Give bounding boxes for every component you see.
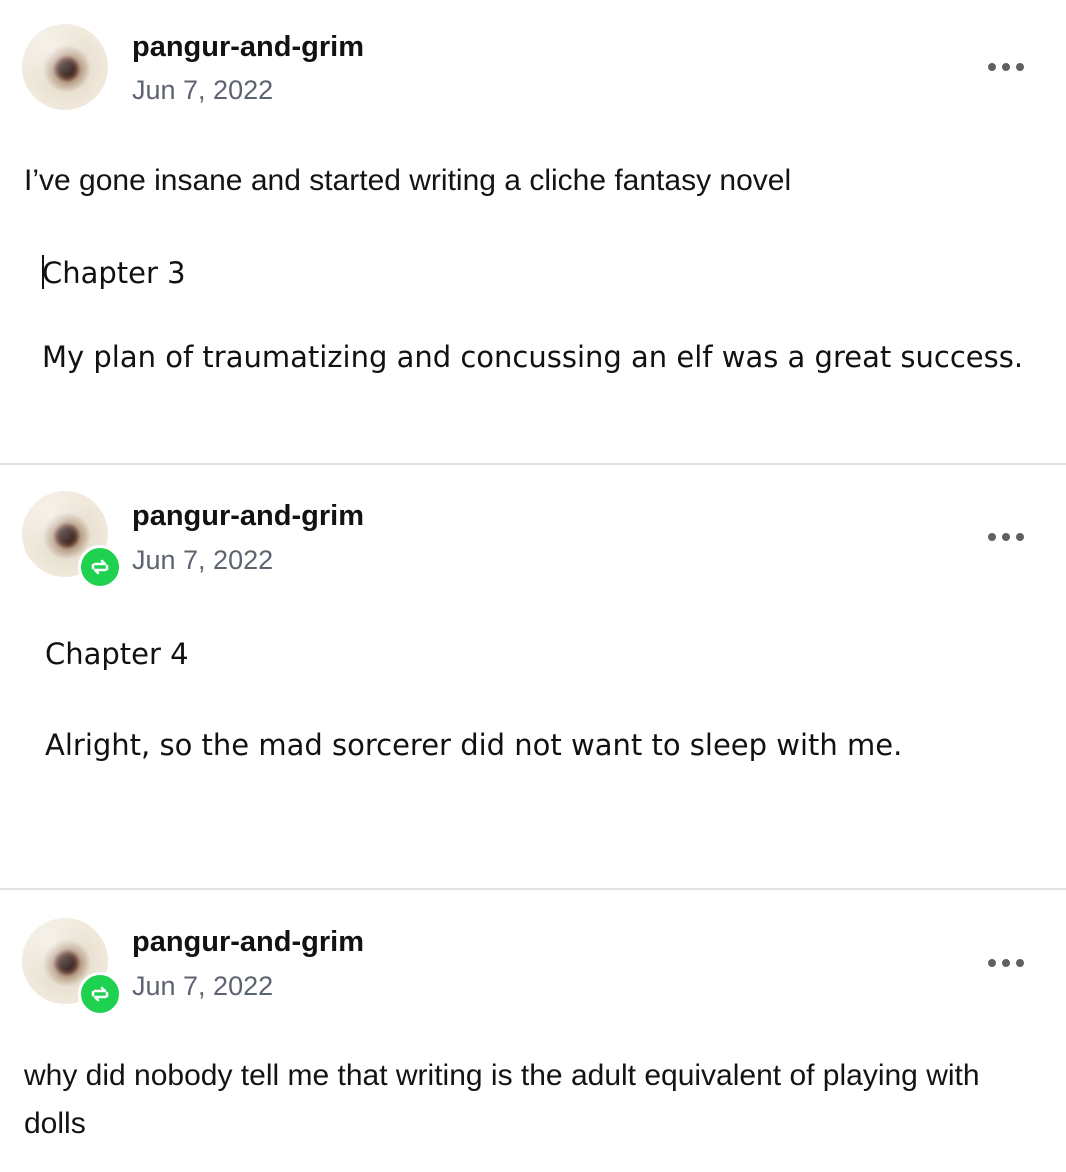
reblog-badge-icon [78, 972, 122, 1016]
document-paragraph: My plan of traumatizing and concussing a… [42, 340, 1024, 374]
post-1: pangur-and-grim Jun 7, 2022 I’ve gone in… [0, 0, 1066, 464]
post-date[interactable]: Jun 7, 2022 [132, 971, 273, 1002]
post-text: I’ve gone insane and started writing a c… [24, 164, 792, 197]
document-chapter-heading: Chapter 4 [45, 637, 189, 671]
more-options-icon[interactable] [988, 533, 1024, 541]
post-text: why did nobody tell me that writing is t… [24, 1059, 980, 1140]
username[interactable]: pangur-and-grim [132, 500, 364, 533]
document-paragraph: Alright, so the mad sorcerer did not wan… [45, 728, 903, 762]
more-options-icon[interactable] [988, 63, 1024, 71]
post-date[interactable]: Jun 7, 2022 [132, 545, 273, 576]
document-chapter-heading: Chapter 3 [42, 255, 186, 290]
avatar[interactable] [22, 491, 122, 589]
post-3: pangur-and-grim Jun 7, 2022 why did nobo… [0, 890, 1066, 1172]
avatar[interactable] [22, 24, 108, 110]
post-2: pangur-and-grim Jun 7, 2022 Chapter 4 Al… [0, 465, 1066, 889]
post-date[interactable]: Jun 7, 2022 [132, 75, 273, 106]
reblog-badge-icon [78, 545, 122, 589]
username[interactable]: pangur-and-grim [132, 31, 364, 64]
avatar[interactable] [22, 918, 122, 1016]
avatar-eye-image [22, 24, 108, 110]
username[interactable]: pangur-and-grim [132, 926, 364, 959]
more-options-icon[interactable] [988, 959, 1024, 967]
